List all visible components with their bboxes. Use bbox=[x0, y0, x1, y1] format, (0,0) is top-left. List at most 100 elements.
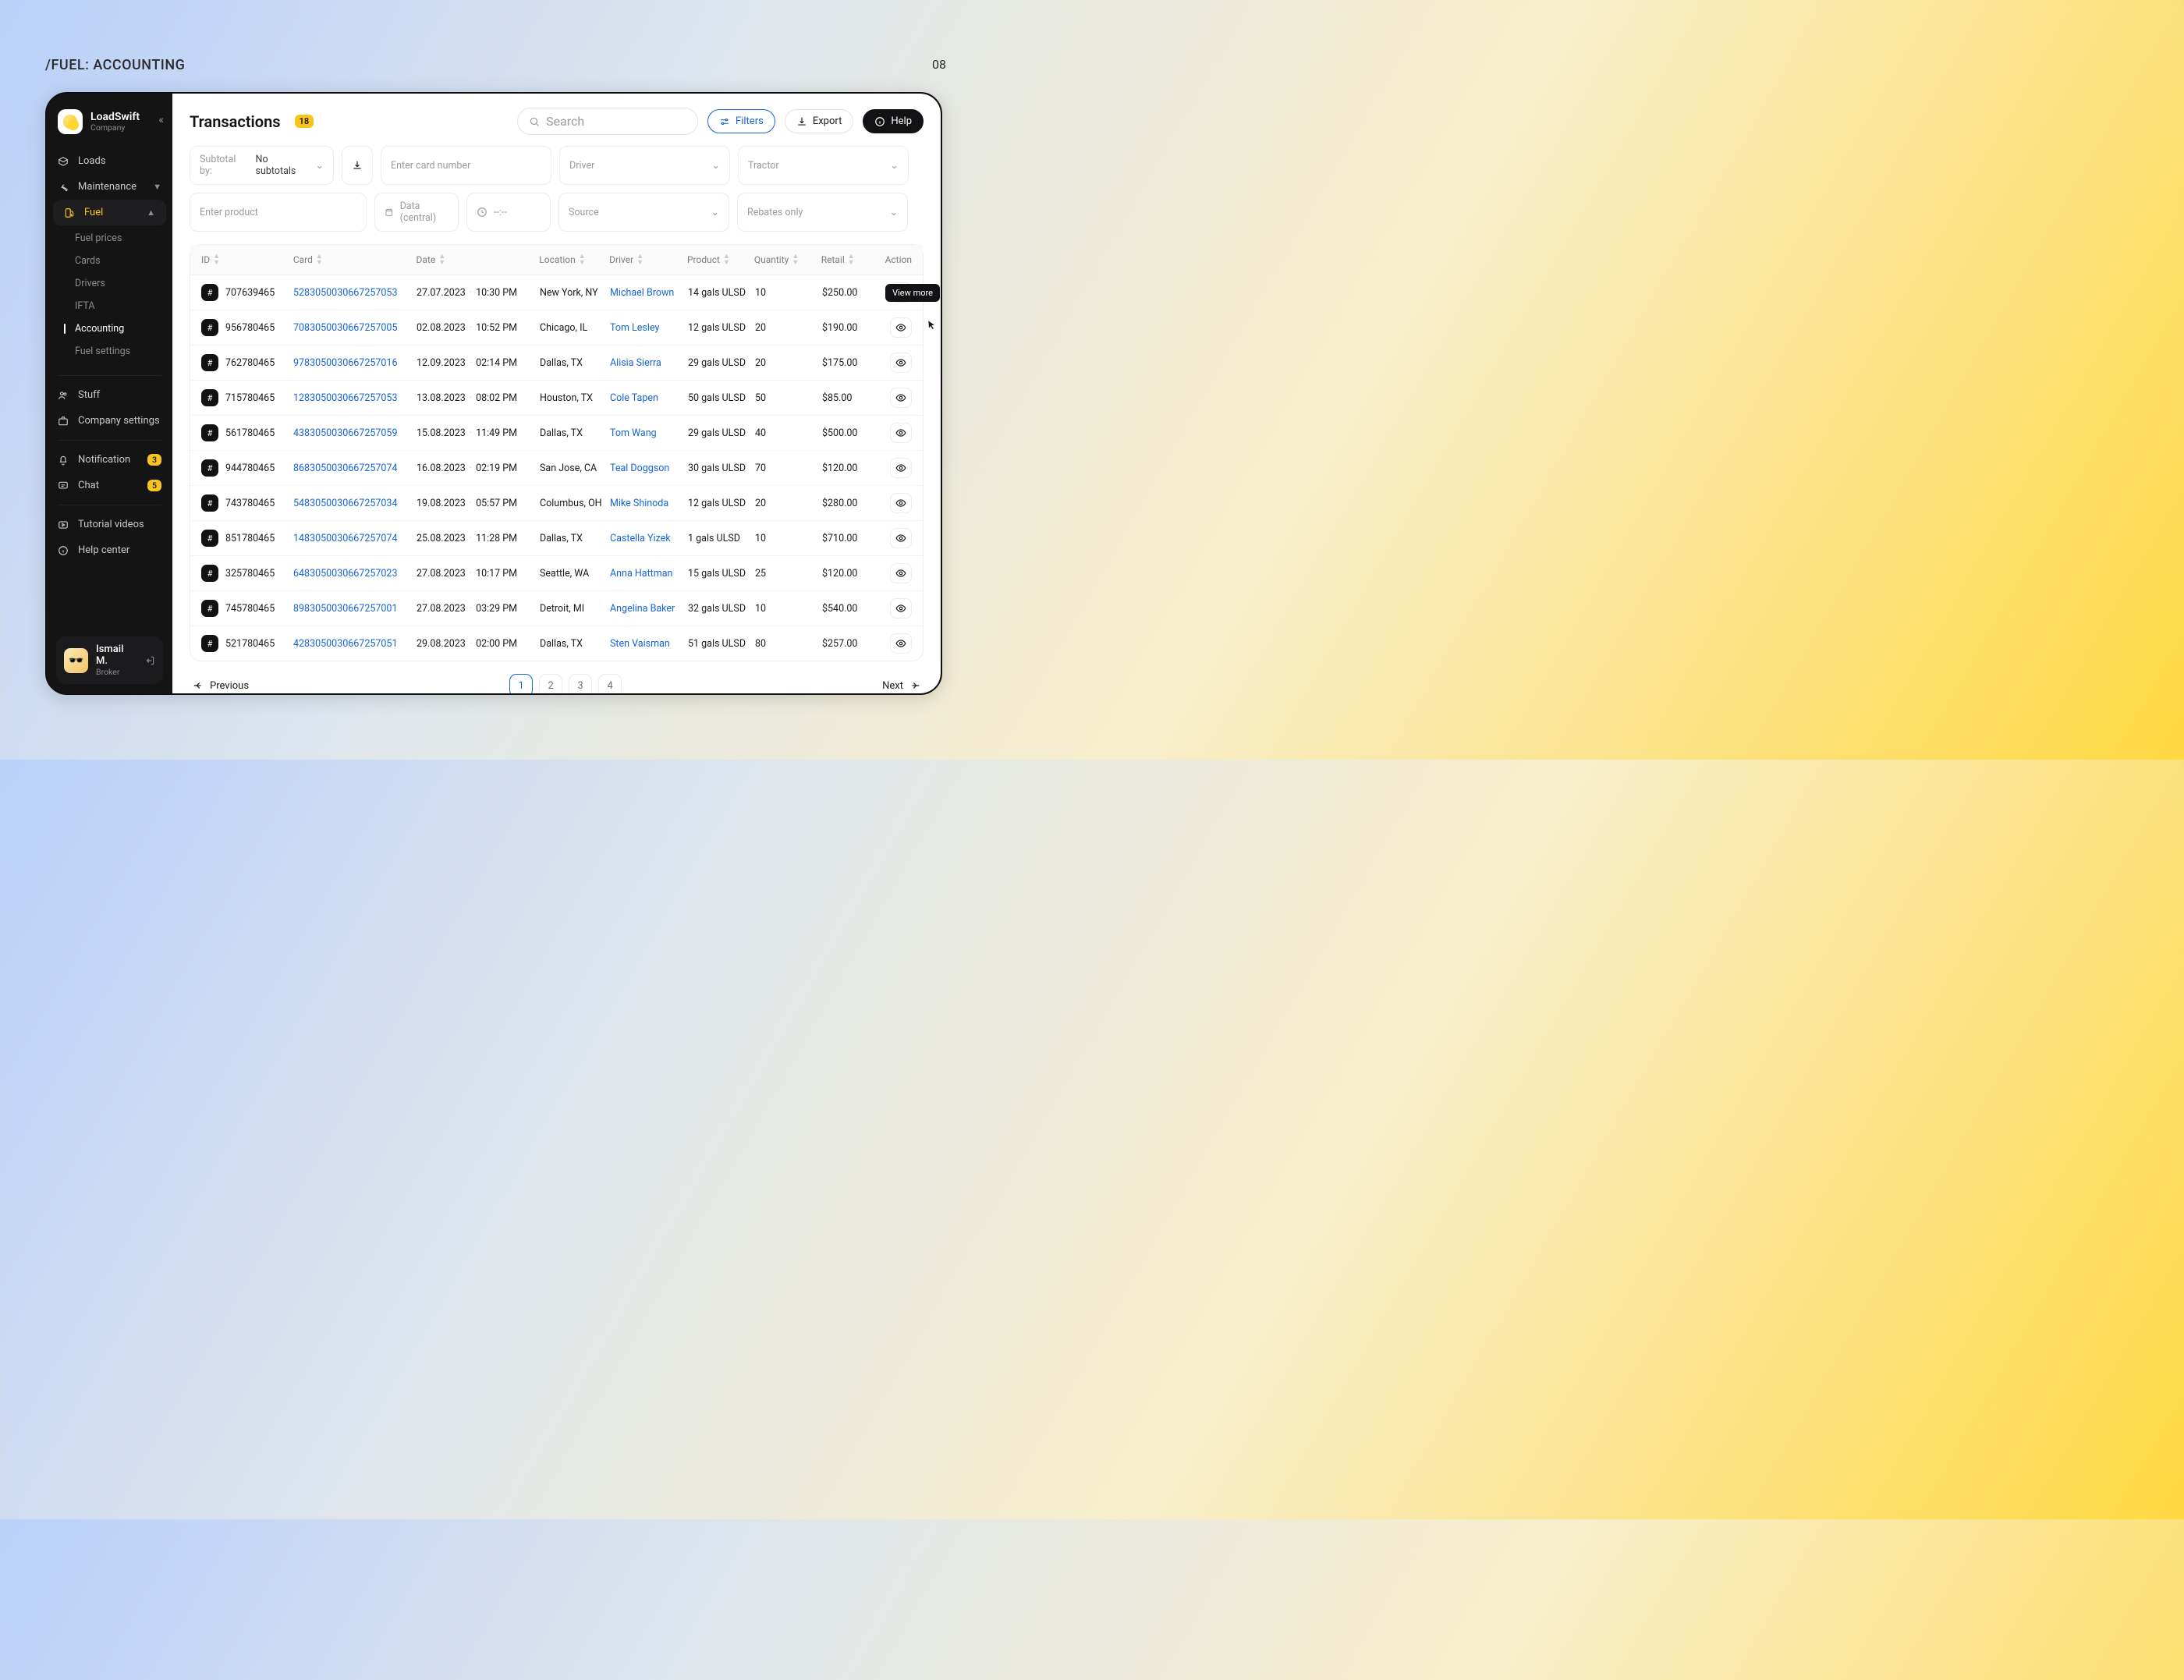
page-button[interactable]: 1 bbox=[509, 674, 533, 693]
card-number-input[interactable]: Enter card number bbox=[381, 146, 551, 185]
view-more-button[interactable] bbox=[890, 388, 912, 408]
subnav-drivers[interactable]: Drivers bbox=[47, 272, 172, 295]
driver-link[interactable]: Cole Tapen bbox=[610, 392, 658, 404]
table-row: #561780465438305003066725705915.08.2023·… bbox=[190, 416, 923, 451]
th-id[interactable]: ID▲▼ bbox=[201, 253, 293, 266]
nav-maintenance[interactable]: Maintenance ▼ bbox=[47, 174, 172, 200]
nav-company-settings[interactable]: Company settings bbox=[47, 408, 172, 434]
tractor-select[interactable]: Tractor⌄ bbox=[738, 146, 909, 185]
driver-link[interactable]: Alisia Sierra bbox=[610, 357, 661, 369]
driver-link[interactable]: Michael Brown bbox=[610, 287, 674, 299]
subnav-fuel-settings[interactable]: Fuel settings bbox=[47, 340, 172, 363]
sort-icon: ▲▼ bbox=[792, 253, 799, 266]
card-link[interactable]: 1483050030667257074 bbox=[293, 533, 397, 544]
th-card[interactable]: Card▲▼ bbox=[293, 253, 417, 266]
driver-link[interactable]: Castella Yizek bbox=[610, 533, 671, 544]
subtotal-select[interactable]: Subtotal by: No subtotals ⌄ bbox=[190, 146, 334, 185]
view-more-button[interactable] bbox=[890, 423, 912, 443]
card-link[interactable]: 52830500306672570­53 bbox=[293, 287, 397, 299]
th-location[interactable]: Location▲▼ bbox=[539, 253, 609, 266]
page-button[interactable]: 2 bbox=[539, 674, 562, 693]
chevron-down-icon: ▼ bbox=[153, 182, 161, 192]
subnav-ifta[interactable]: IFTA bbox=[47, 295, 172, 317]
logout-icon[interactable] bbox=[144, 655, 155, 666]
th-retail[interactable]: Retail▲▼ bbox=[821, 253, 885, 266]
chat-icon bbox=[58, 480, 70, 491]
driver-link[interactable]: Sten Vaisman bbox=[610, 638, 670, 650]
product-input[interactable]: Enter product bbox=[190, 193, 367, 232]
th-product[interactable]: Product▲▼ bbox=[687, 253, 754, 266]
card-link[interactable]: 7083050030667257005 bbox=[293, 322, 397, 334]
nav-stuff[interactable]: Stuff bbox=[47, 382, 172, 408]
card-link[interactable]: 5483050030667257034 bbox=[293, 498, 397, 509]
th-date[interactable]: Date▲▼ bbox=[417, 253, 540, 266]
view-more-button[interactable] bbox=[890, 353, 912, 373]
table-row: #70763946552830500306672570­5327.07.2023… bbox=[190, 275, 923, 310]
subnav-cards[interactable]: Cards bbox=[47, 250, 172, 272]
view-more-button[interactable] bbox=[890, 598, 912, 618]
hash-icon: # bbox=[201, 459, 218, 477]
page-button[interactable]: 3 bbox=[569, 674, 592, 693]
view-more-button[interactable] bbox=[890, 563, 912, 583]
filters-button[interactable]: Filters bbox=[707, 109, 775, 133]
driver-link[interactable]: Tom Lesley bbox=[610, 322, 659, 334]
brand-logo bbox=[58, 109, 83, 134]
time-input[interactable]: --:-- bbox=[466, 193, 551, 232]
subnav-accounting[interactable]: Accounting bbox=[47, 317, 172, 340]
search-input[interactable]: Search bbox=[517, 108, 698, 135]
subnav-fuel-prices[interactable]: Fuel prices bbox=[47, 227, 172, 250]
source-select[interactable]: Source⌄ bbox=[558, 193, 729, 232]
help-button[interactable]: Help bbox=[863, 109, 924, 133]
row-time: 02:14 PM bbox=[476, 357, 517, 369]
card-link[interactable]: 9783050030667257016 bbox=[293, 357, 397, 369]
driver-link[interactable]: Teal Doggson bbox=[610, 463, 669, 474]
row-retail: $280.00 bbox=[822, 498, 886, 509]
page-button[interactable]: 4 bbox=[598, 674, 622, 693]
users-icon bbox=[58, 390, 70, 401]
date-input[interactable]: Data (central) bbox=[374, 193, 459, 232]
brand-row: LoadSwift Company « bbox=[47, 106, 172, 148]
nav-chat[interactable]: Chat 5 bbox=[47, 473, 172, 498]
sidebar-collapse-icon[interactable]: « bbox=[158, 114, 164, 126]
view-more-button[interactable] bbox=[890, 493, 912, 513]
driver-select[interactable]: Driver⌄ bbox=[559, 146, 730, 185]
card-link[interactable]: 4383050030667257059 bbox=[293, 427, 397, 439]
card-link[interactable]: 6483050030667257023 bbox=[293, 568, 397, 579]
export-button[interactable]: Export bbox=[785, 109, 854, 133]
user-card[interactable]: 🕶️ Ismail M. Broker bbox=[56, 636, 163, 684]
row-date: 13.08.2023 bbox=[417, 392, 466, 404]
driver-link[interactable]: Tom Wang bbox=[610, 427, 657, 439]
nav-notification[interactable]: Notification 3 bbox=[47, 447, 172, 473]
row-time: 05:57 PM bbox=[476, 498, 517, 509]
download-button[interactable] bbox=[342, 146, 373, 185]
rebates-select[interactable]: Rebates only⌄ bbox=[737, 193, 908, 232]
nav-help-center[interactable]: Help center bbox=[47, 537, 172, 563]
view-more-button[interactable] bbox=[890, 528, 912, 548]
th-driver[interactable]: Driver▲▼ bbox=[609, 253, 687, 266]
nav-loads[interactable]: Loads bbox=[47, 148, 172, 174]
th-quantity[interactable]: Quantity▲▼ bbox=[754, 253, 821, 266]
search-placeholder: Search bbox=[546, 114, 584, 129]
cursor-icon bbox=[924, 320, 937, 332]
card-link[interactable]: 4283050030667257051 bbox=[293, 638, 397, 650]
view-more-button[interactable] bbox=[890, 633, 912, 654]
view-more-button[interactable] bbox=[890, 458, 912, 478]
driver-link[interactable]: Mike Shinoda bbox=[610, 498, 668, 509]
card-link[interactable]: 8983050030667257001 bbox=[293, 603, 397, 615]
row-location: Seattle, WA bbox=[540, 568, 610, 579]
driver-link[interactable]: Angelina Baker bbox=[610, 603, 675, 615]
video-icon bbox=[58, 519, 70, 530]
row-product: 29 gals ULSD bbox=[688, 357, 755, 369]
prev-label: Previous bbox=[210, 680, 249, 692]
prev-page-button[interactable]: Previous bbox=[193, 680, 249, 692]
row-product: 50 gals ULSD bbox=[688, 392, 755, 404]
driver-link[interactable]: Anna Hattman bbox=[610, 568, 672, 579]
hash-icon: # bbox=[201, 319, 218, 336]
view-more-button[interactable] bbox=[890, 317, 912, 338]
card-link[interactable]: 8683050030667257074 bbox=[293, 463, 397, 474]
brand-name: LoadSwift bbox=[90, 112, 140, 122]
next-page-button[interactable]: Next bbox=[882, 680, 920, 692]
nav-tutorial-videos[interactable]: Tutorial videos bbox=[47, 512, 172, 537]
nav-fuel[interactable]: Fuel ▲ bbox=[53, 200, 166, 225]
card-link[interactable]: 1283050030667257053 bbox=[293, 392, 397, 404]
